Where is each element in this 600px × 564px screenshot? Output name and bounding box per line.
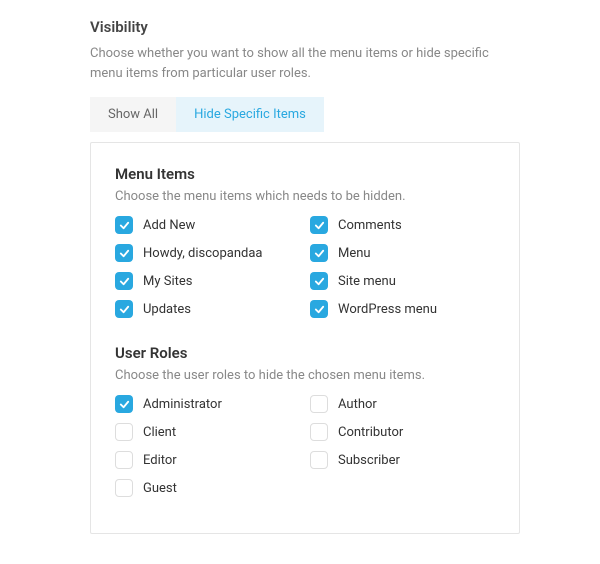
menu-item-label: My Sites xyxy=(143,274,192,289)
user-role-row: Administrator xyxy=(115,395,300,413)
user-role-checkbox[interactable] xyxy=(115,451,133,469)
user-role-checkbox[interactable] xyxy=(115,423,133,441)
menu-items-description: Choose the menu items which needs to be … xyxy=(115,189,495,204)
user-role-label: Administrator xyxy=(143,397,222,412)
menu-item-checkbox[interactable] xyxy=(310,216,328,234)
user-role-label: Guest xyxy=(143,481,177,496)
menu-item-row: Updates xyxy=(115,300,300,318)
user-role-label: Subscriber xyxy=(338,453,400,468)
user-role-label: Client xyxy=(143,425,176,440)
menu-item-checkbox[interactable] xyxy=(115,272,133,290)
hide-specific-panel: Menu Items Choose the menu items which n… xyxy=(90,142,520,534)
tab-hide-specific[interactable]: Hide Specific Items xyxy=(176,97,324,132)
menu-item-row: Menu xyxy=(310,244,495,262)
user-role-row: Author xyxy=(310,395,495,413)
menu-item-label: WordPress menu xyxy=(338,302,437,317)
user-role-checkbox[interactable] xyxy=(310,451,328,469)
menu-item-row: My Sites xyxy=(115,272,300,290)
user-roles-description: Choose the user roles to hide the chosen… xyxy=(115,368,495,383)
user-role-label: Author xyxy=(338,397,377,412)
tab-show-all[interactable]: Show All xyxy=(90,97,176,132)
menu-item-checkbox[interactable] xyxy=(115,300,133,318)
user-role-checkbox[interactable] xyxy=(115,479,133,497)
user-role-checkbox[interactable] xyxy=(310,395,328,413)
visibility-title: Visibility xyxy=(90,18,520,36)
menu-item-checkbox[interactable] xyxy=(310,244,328,262)
menu-item-checkbox[interactable] xyxy=(310,272,328,290)
menu-item-label: Add New xyxy=(143,218,195,233)
menu-item-label: Menu xyxy=(338,246,371,261)
menu-item-checkbox[interactable] xyxy=(115,244,133,262)
menu-item-label: Howdy, discopandaa xyxy=(143,246,263,261)
user-roles-grid: Administrator Author Client Contributor Edit… xyxy=(115,395,495,497)
menu-item-row: Comments xyxy=(310,216,495,234)
user-role-checkbox[interactable] xyxy=(310,423,328,441)
menu-item-label: Site menu xyxy=(338,274,396,289)
menu-item-checkbox[interactable] xyxy=(115,216,133,234)
user-role-row: Contributor xyxy=(310,423,495,441)
menu-item-row: Howdy, discopandaa xyxy=(115,244,300,262)
menu-items-grid: Add New Comments Howdy, discopandaa Menu My … xyxy=(115,216,495,318)
menu-item-row: WordPress menu xyxy=(310,300,495,318)
menu-item-label: Updates xyxy=(143,302,191,317)
user-role-label: Contributor xyxy=(338,425,403,440)
menu-item-label: Comments xyxy=(338,218,402,233)
menu-item-row: Site menu xyxy=(310,272,495,290)
menu-item-checkbox[interactable] xyxy=(310,300,328,318)
user-role-label: Editor xyxy=(143,453,177,468)
user-role-row: Subscriber xyxy=(310,451,495,469)
user-role-row: Guest xyxy=(115,479,300,497)
user-roles-title: User Roles xyxy=(115,344,495,362)
user-role-checkbox[interactable] xyxy=(115,395,133,413)
visibility-description: Choose whether you want to show all the … xyxy=(90,44,520,83)
visibility-tabs: Show All Hide Specific Items xyxy=(90,97,520,132)
menu-items-title: Menu Items xyxy=(115,165,495,183)
menu-item-row: Add New xyxy=(115,216,300,234)
user-role-row: Editor xyxy=(115,451,300,469)
user-role-row: Client xyxy=(115,423,300,441)
